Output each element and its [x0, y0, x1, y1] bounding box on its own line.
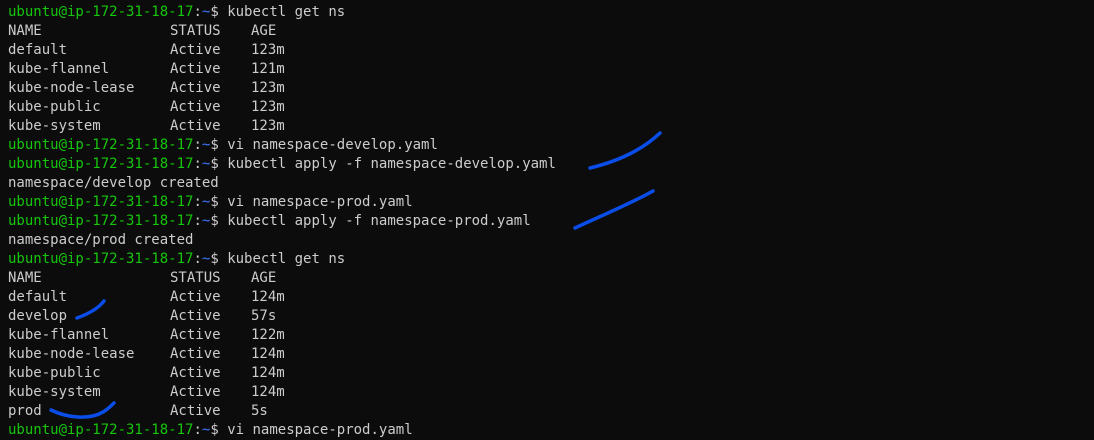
- prompt-symbol: $: [210, 156, 219, 172]
- prompt-user-host: ubuntu@ip-172-31-18-17: [8, 422, 194, 438]
- prompt-separator: :: [193, 156, 202, 172]
- cell-age: 123m: [251, 80, 285, 96]
- cell-name: prod: [8, 403, 42, 419]
- cell-name: kube-flannel: [8, 61, 110, 77]
- table-row: default Active 124m: [8, 288, 1094, 307]
- cell-name: kube-system: [8, 384, 101, 400]
- table-row: kube-node-lease Active 124m: [8, 345, 1094, 364]
- prompt-user-host: ubuntu@ip-172-31-18-17: [8, 4, 194, 20]
- prompt-symbol: $: [210, 422, 219, 438]
- cell-status: Active: [170, 365, 221, 381]
- prompt-symbol: $: [210, 4, 219, 20]
- prompt-user-host: ubuntu@ip-172-31-18-17: [8, 137, 194, 153]
- prompt-separator: :: [193, 422, 202, 438]
- cell-name: kube-system: [8, 118, 101, 134]
- terminal-line: ubuntu@ip-172-31-18-17:~$ kubectl apply …: [8, 212, 1094, 231]
- cell-status: Active: [170, 289, 221, 305]
- cell-name: develop: [8, 308, 68, 324]
- cell-name: kube-node-lease: [8, 346, 135, 362]
- prompt-separator: :: [193, 251, 202, 267]
- terminal-line: ubuntu@ip-172-31-18-17:~$ vi namespace-d…: [8, 136, 1094, 155]
- cell-status: Active: [170, 384, 221, 400]
- table-row: NAME STATUS AGE: [8, 22, 1094, 41]
- cell-name: NAME: [8, 270, 42, 286]
- cell-age: 5s: [251, 403, 268, 419]
- prompt-separator: :: [193, 4, 202, 20]
- command-text: kubectl apply -f namespace-prod.yaml: [227, 213, 531, 229]
- table-row: kube-public Active 124m: [8, 364, 1094, 383]
- output-text: namespace/develop created: [8, 175, 219, 191]
- table-row: kube-flannel Active 121m: [8, 60, 1094, 79]
- cell-status: Active: [170, 118, 221, 134]
- table-row: develop Active 57s: [8, 307, 1094, 326]
- prompt-user-host: ubuntu@ip-172-31-18-17: [8, 156, 194, 172]
- output-text: namespace/prod created: [8, 232, 194, 248]
- prompt-user-host: ubuntu@ip-172-31-18-17: [8, 251, 194, 267]
- table-row: kube-public Active 123m: [8, 98, 1094, 117]
- command-text: kubectl apply -f namespace-develop.yaml: [227, 156, 556, 172]
- cell-status: Active: [170, 99, 221, 115]
- cell-status: Active: [170, 308, 221, 324]
- cell-age: 122m: [251, 327, 285, 343]
- cell-status: Active: [170, 80, 221, 96]
- cell-age: 121m: [251, 61, 285, 77]
- cell-name: NAME: [8, 23, 42, 39]
- prompt-separator: :: [193, 194, 202, 210]
- prompt-separator: :: [193, 137, 202, 153]
- table-row: kube-flannel Active 122m: [8, 326, 1094, 345]
- cell-name: kube-flannel: [8, 327, 110, 343]
- cell-name: kube-node-lease: [8, 80, 135, 96]
- cell-age: 124m: [251, 384, 285, 400]
- cell-status: Active: [170, 42, 221, 58]
- table-row: kube-system Active 124m: [8, 383, 1094, 402]
- terminal-line: ubuntu@ip-172-31-18-17:~$ kubectl apply …: [8, 155, 1094, 174]
- cell-age: 124m: [251, 346, 285, 362]
- cell-name: kube-public: [8, 99, 101, 115]
- cell-age: 123m: [251, 42, 285, 58]
- cell-status: Active: [170, 346, 221, 362]
- cell-name: kube-public: [8, 365, 101, 381]
- cell-status: STATUS: [170, 23, 221, 39]
- prompt-user-host: ubuntu@ip-172-31-18-17: [8, 194, 194, 210]
- cell-age: 124m: [251, 365, 285, 381]
- prompt-separator: :: [193, 213, 202, 229]
- cell-name: default: [8, 289, 68, 305]
- prompt-user-host: ubuntu@ip-172-31-18-17: [8, 213, 194, 229]
- cell-age: AGE: [251, 23, 277, 39]
- prompt-symbol: $: [210, 251, 219, 267]
- prompt-symbol: $: [210, 213, 219, 229]
- terminal-line: ubuntu@ip-172-31-18-17:~$ kubectl get ns: [8, 250, 1094, 269]
- command-text: kubectl get ns: [227, 4, 346, 20]
- table-row: default Active 123m: [8, 41, 1094, 60]
- cell-age: 57s: [251, 308, 277, 324]
- cell-status: Active: [170, 61, 221, 77]
- terminal-line: namespace/prod created: [8, 231, 1094, 250]
- cell-age: AGE: [251, 270, 277, 286]
- cell-name: default: [8, 42, 68, 58]
- command-text: vi namespace-develop.yaml: [227, 137, 438, 153]
- cell-age: 123m: [251, 99, 285, 115]
- command-text: kubectl get ns: [227, 251, 346, 267]
- prompt-symbol: $: [210, 194, 219, 210]
- cell-age: 124m: [251, 289, 285, 305]
- table-row: prod Active 5s: [8, 402, 1094, 421]
- cell-status: Active: [170, 403, 221, 419]
- cell-status: STATUS: [170, 270, 221, 286]
- terminal-line: ubuntu@ip-172-31-18-17:~$ vi namespace-p…: [8, 421, 1094, 440]
- prompt-symbol: $: [210, 137, 219, 153]
- cell-age: 123m: [251, 118, 285, 134]
- table-row: kube-system Active 123m: [8, 117, 1094, 136]
- command-text: vi namespace-prod.yaml: [227, 422, 413, 438]
- terminal-line: ubuntu@ip-172-31-18-17:~$ kubectl get ns: [8, 3, 1094, 22]
- terminal-line: ubuntu@ip-172-31-18-17:~$ vi namespace-p…: [8, 193, 1094, 212]
- command-text: vi namespace-prod.yaml: [227, 194, 413, 210]
- terminal-line: namespace/develop created: [8, 174, 1094, 193]
- terminal-output[interactable]: ubuntu@ip-172-31-18-17:~$ kubectl get ns…: [8, 3, 1094, 440]
- table-row: NAME STATUS AGE: [8, 269, 1094, 288]
- cell-status: Active: [170, 327, 221, 343]
- table-row: kube-node-lease Active 123m: [8, 79, 1094, 98]
